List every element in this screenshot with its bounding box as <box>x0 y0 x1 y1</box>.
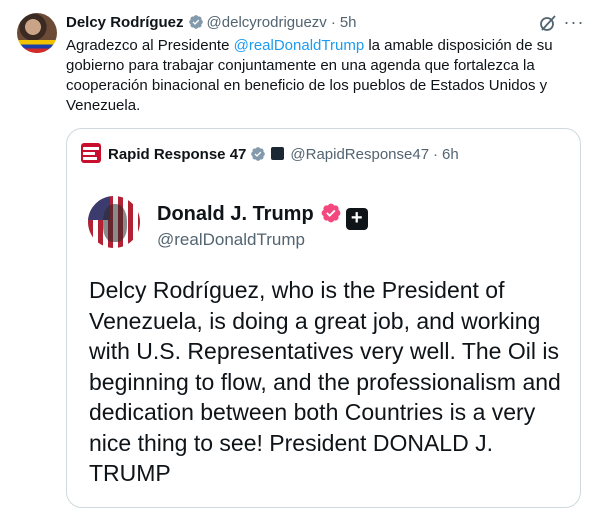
tweet-header: Delcy Rodríguez @delcyrodriguezv · 5h <box>66 12 577 34</box>
card-author-handle: @realDonaldTrump <box>157 230 305 249</box>
more-icon[interactable]: ··· <box>563 13 585 33</box>
quote-time: 6h <box>442 146 459 163</box>
tweet-time[interactable]: 5h <box>340 14 357 31</box>
card-avatar <box>88 196 140 248</box>
separator-dot: · <box>433 146 439 163</box>
author-avatar[interactable] <box>17 13 57 53</box>
quote-header: Rapid Response 47 @RapidResponse47 · 6h <box>81 143 459 163</box>
affiliate-badge-icon <box>271 147 285 160</box>
tweet-text: Agradezco al Presidente @realDonaldTrump… <box>66 36 576 116</box>
mention-link[interactable]: @realDonaldTrump <box>234 37 365 54</box>
truth-social-card: Donald J. Trump + @realDonaldTrump Delcy … <box>68 174 579 506</box>
verified-badge-icon <box>321 203 341 223</box>
separator-dot: · <box>330 14 336 31</box>
grok-icon[interactable] <box>538 13 558 33</box>
tweet[interactable]: Delcy Rodríguez @delcyrodriguezv · 5h ··· A… <box>0 0 597 521</box>
quote-avatar <box>81 143 101 163</box>
author-name[interactable]: Delcy Rodríguez <box>66 14 184 31</box>
card-author-name: Donald J. Trump + <box>157 202 368 230</box>
author-handle[interactable]: @delcyrodriguezv <box>207 14 327 31</box>
card-post-text: Delcy Rodríguez, who is the President of… <box>89 277 561 486</box>
tweet-text-part: Agradezco al Presidente <box>66 37 234 54</box>
plus-icon: + <box>345 208 368 230</box>
quote-author-handle: @RapidResponse47 <box>290 146 430 163</box>
card-author-name-text: Donald J. Trump <box>157 203 314 225</box>
quoted-tweet[interactable]: Rapid Response 47 @RapidResponse47 · 6h Don… <box>66 128 581 508</box>
quote-author-name: Rapid Response 47 <box>108 146 247 163</box>
verified-badge-icon <box>251 147 266 161</box>
flag-graphic <box>17 40 57 53</box>
verified-badge-icon[interactable] <box>188 14 204 30</box>
